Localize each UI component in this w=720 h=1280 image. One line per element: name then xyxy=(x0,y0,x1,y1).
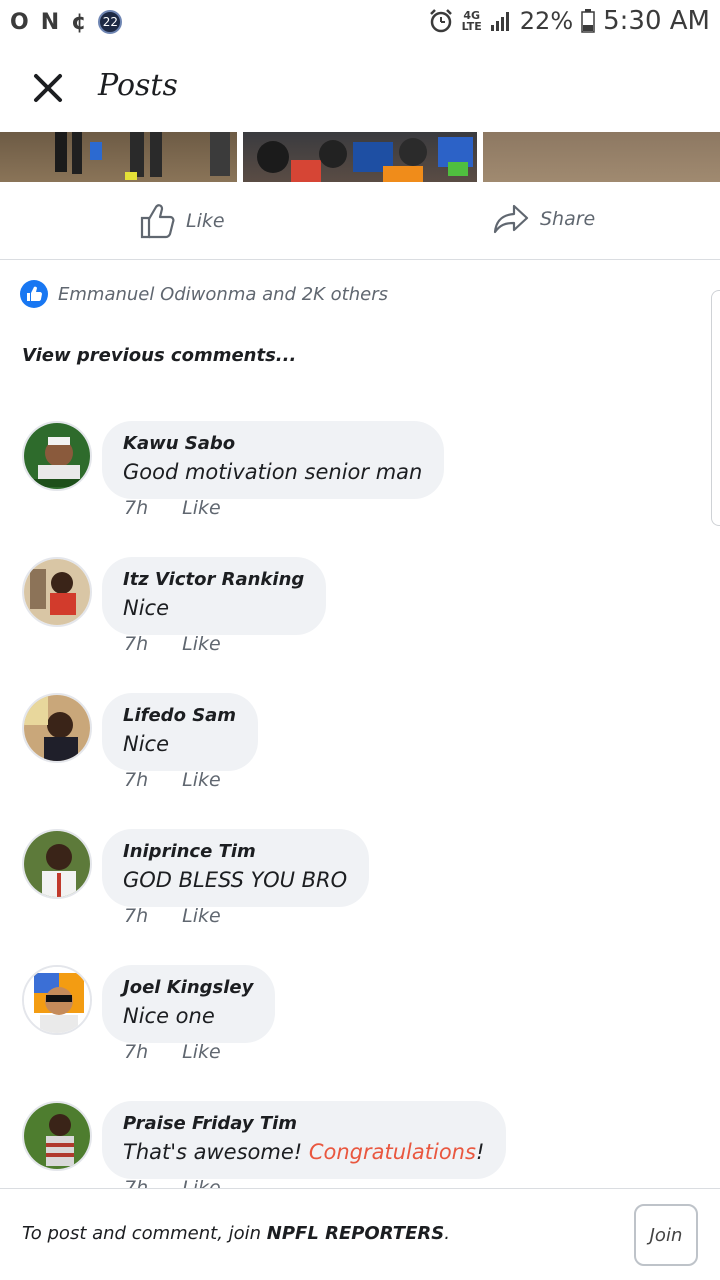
post-photo[interactable] xyxy=(483,132,720,182)
comment-bubble[interactable]: Iniprince Tim GOD BLESS YOU BRO xyxy=(102,829,370,907)
thumbs-up-icon xyxy=(140,204,175,239)
comment-author[interactable]: Joel Kingsley xyxy=(123,975,253,1001)
avatar[interactable] xyxy=(22,693,92,763)
comment-meta: 7h Like xyxy=(124,769,221,791)
share-icon xyxy=(493,204,529,234)
comment-like-button[interactable]: Like xyxy=(182,1041,221,1063)
like-button-label: Like xyxy=(186,210,225,232)
comment-time: 7h xyxy=(124,1041,149,1063)
close-icon[interactable] xyxy=(30,70,66,106)
status-bar: O N ¢ 22 4G LTE 22% 5:30 AM xyxy=(0,0,720,44)
avatar[interactable] xyxy=(22,1101,92,1171)
comment-like-button[interactable]: Like xyxy=(182,769,221,791)
hashtag-link[interactable]: Congratulations xyxy=(309,1140,476,1164)
clock: 5:30 AM xyxy=(603,6,710,36)
comment-bubble[interactable]: Praise Friday Tim That's awesome! Congra… xyxy=(102,1101,507,1179)
status-left: O N ¢ 22 xyxy=(10,9,123,35)
comment-author[interactable]: Iniprince Tim xyxy=(123,839,347,865)
status-right: 4G LTE 22% 5:30 AM xyxy=(428,6,710,36)
comment: Lifedo Sam Nice 7h Like xyxy=(0,693,720,829)
comment: Joel Kingsley Nice one 7h Like xyxy=(0,965,720,1101)
comment-like-button[interactable]: Like xyxy=(182,497,221,519)
comment-author[interactable]: Praise Friday Tim xyxy=(123,1111,484,1137)
network-type: 4G LTE xyxy=(461,9,482,33)
opera-icon: O xyxy=(10,9,29,35)
comment-like-button[interactable]: Like xyxy=(182,905,221,927)
comment: Kawu Sabo Good motivation senior man 7h … xyxy=(0,421,720,557)
comment-text: GOD BLESS YOU BRO xyxy=(123,868,348,892)
signal-icon xyxy=(490,12,509,31)
comment-text: Good motivation senior man xyxy=(123,460,423,484)
comment-bubble[interactable]: Kawu Sabo Good motivation senior man xyxy=(102,421,445,499)
share-button[interactable]: Share xyxy=(492,202,595,236)
comment-meta: 7h Like xyxy=(124,497,221,519)
post-photo[interactable] xyxy=(243,132,477,182)
comment-time: 7h xyxy=(124,633,149,655)
reactions-text: Emmanuel Odiwonma and 2K others xyxy=(58,283,389,305)
comment-author[interactable]: Kawu Sabo xyxy=(123,431,422,457)
scrollbar[interactable] xyxy=(711,290,720,526)
view-previous-comments[interactable]: View previous comments... xyxy=(22,345,296,366)
comment-time: 7h xyxy=(124,769,149,791)
like-reaction-icon xyxy=(20,280,48,308)
comment-time: 7h xyxy=(124,905,149,927)
post-action-bar: Like Share xyxy=(0,182,720,260)
comment-bubble[interactable]: Itz Victor Ranking Nice xyxy=(102,557,327,635)
notification-badge: 22 xyxy=(98,10,123,34)
like-button[interactable]: Like xyxy=(138,202,225,240)
comment: Iniprince Tim GOD BLESS YOU BRO 7h Like xyxy=(0,829,720,965)
comment-meta: 7h Like xyxy=(124,1041,221,1063)
post-photo[interactable] xyxy=(0,132,237,182)
comment-author[interactable]: Itz Victor Ranking xyxy=(123,567,304,593)
alarm-icon xyxy=(429,9,452,33)
comment-text: Nice xyxy=(123,732,170,756)
battery-icon xyxy=(581,9,595,33)
comment-bubble[interactable]: Lifedo Sam Nice xyxy=(102,693,259,771)
cent-icon: ¢ xyxy=(71,9,87,35)
join-prompt-bar: To post and comment, join NPFL REPORTERS… xyxy=(0,1188,720,1280)
comment-text: That's awesome! Congratulations! xyxy=(123,1140,485,1164)
comment-text: Nice one xyxy=(123,1004,215,1028)
avatar[interactable] xyxy=(22,965,92,1035)
group-name[interactable]: NPFL REPORTERS xyxy=(267,1223,444,1244)
comment-time: 7h xyxy=(124,497,149,519)
comment-author[interactable]: Lifedo Sam xyxy=(123,703,236,729)
comment-text: Nice xyxy=(123,596,170,620)
header: Posts xyxy=(0,44,720,132)
comment-meta: 7h Like xyxy=(124,633,221,655)
avatar[interactable] xyxy=(22,829,92,899)
reactions-summary[interactable]: Emmanuel Odiwonma and 2K others xyxy=(20,280,388,308)
comment-like-button[interactable]: Like xyxy=(182,633,221,655)
page-title: Posts xyxy=(98,68,178,103)
comment-meta: 7h Like xyxy=(124,905,221,927)
battery-percent: 22% xyxy=(519,7,574,35)
comment-bubble[interactable]: Joel Kingsley Nice one xyxy=(102,965,276,1043)
join-button[interactable]: Join xyxy=(634,1204,698,1266)
avatar[interactable] xyxy=(22,557,92,627)
post-photos xyxy=(0,132,720,182)
share-button-label: Share xyxy=(540,208,596,230)
avatar[interactable] xyxy=(22,421,92,491)
join-prompt-text: To post and comment, join NPFL REPORTERS… xyxy=(22,1223,450,1244)
comment: Itz Victor Ranking Nice 7h Like xyxy=(0,557,720,693)
n-icon: N xyxy=(40,9,60,35)
